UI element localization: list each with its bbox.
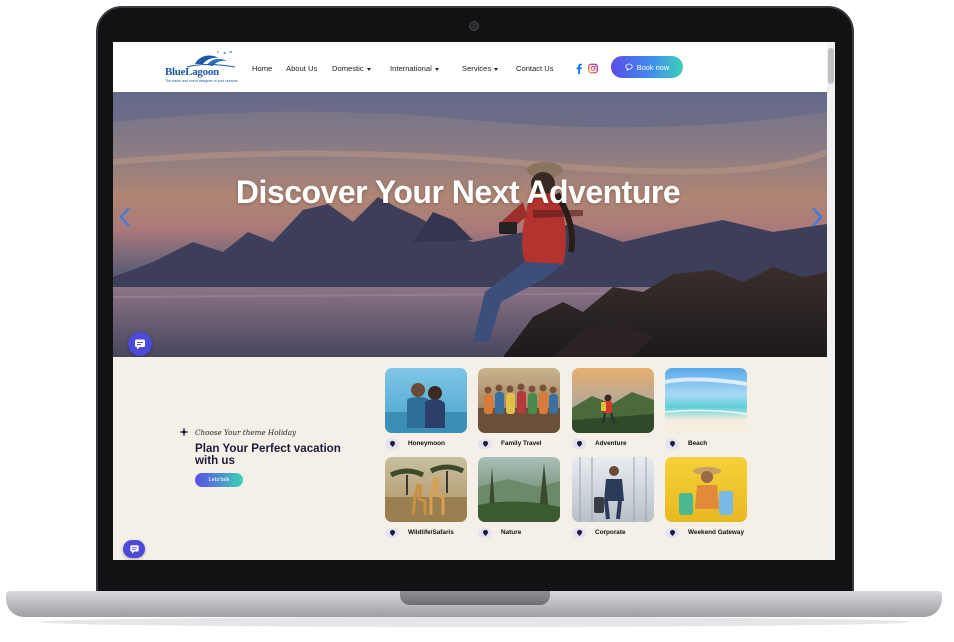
instagram-icon[interactable] [588, 63, 598, 74]
caret-down-icon [494, 67, 499, 71]
scrollbar-thumb[interactable] [828, 48, 834, 84]
brand-name: BlueLagoon [165, 66, 219, 78]
brand-logo[interactable]: BlueLagoon The travel and event designer… [165, 50, 241, 86]
theme-card-weekend-gateway[interactable]: Weekend Gateway [665, 457, 747, 538]
theme-eyebrow-text: Choose Your theme Holiday [195, 427, 297, 437]
nav-international-label: International [390, 64, 432, 73]
honeymoon-image [385, 368, 467, 433]
lets-talk-button[interactable]: Lets'talk [195, 473, 243, 487]
chevron-right-icon[interactable] [810, 206, 824, 228]
nav-international[interactable]: International [390, 64, 439, 73]
adventure-image [572, 368, 654, 433]
nav-services-label: Services [462, 64, 492, 73]
location-pin-icon [665, 439, 679, 449]
hero-title: Discover Your Next Adventure [235, 174, 681, 210]
book-now-label: Book now [636, 62, 670, 72]
hero-landscape-image [113, 92, 827, 357]
location-pin-icon [385, 528, 399, 538]
chat-icon [135, 339, 145, 350]
hero-slider: Discover Your Next Adventure [113, 92, 827, 357]
corporate-image [572, 457, 654, 522]
location-pin-icon [572, 439, 586, 449]
theme-card-adventure[interactable]: Adventure [572, 368, 654, 449]
caret-down-icon [366, 67, 371, 71]
nav-home[interactable]: Home [252, 64, 272, 73]
location-pin-icon [478, 439, 492, 449]
theme-card-label: Nature [501, 528, 522, 536]
nav-domestic[interactable]: Domestic [332, 64, 371, 73]
page-scrollbar[interactable] [827, 42, 835, 560]
location-pin-icon [572, 528, 586, 538]
theme-card-family-travel[interactable]: Family Travel [478, 368, 560, 449]
theme-card-label: Wildlife/Safaris [408, 528, 454, 536]
theme-holiday-section: Choose Your theme Holiday Plan Your Perf… [113, 357, 827, 560]
nav-contact-us[interactable]: Contact Us [516, 64, 554, 73]
family-travel-image [478, 368, 560, 433]
webcam [469, 21, 479, 31]
chat-widget-button-secondary[interactable] [123, 540, 145, 558]
theme-card-label: Family Travel [501, 439, 542, 447]
location-pin-icon [478, 528, 492, 538]
location-pin-icon [385, 439, 399, 449]
theme-card-label: Adventure [595, 439, 627, 447]
laptop-shadow [40, 617, 910, 627]
nature-image [478, 457, 560, 522]
theme-card-nature[interactable]: Nature [478, 457, 560, 538]
chat-widget-button[interactable] [128, 332, 152, 356]
theme-card-corporate[interactable]: Corporate [572, 457, 654, 538]
beach-image [665, 368, 747, 433]
wildlife-safaris-image [385, 457, 467, 522]
theme-card-wildlife-safaris[interactable]: Wildlife/Safaris [385, 457, 467, 538]
brand-tagline: The travel and event designer of your dr… [165, 79, 238, 83]
nav-domestic-label: Domestic [332, 64, 364, 73]
book-now-button[interactable]: Book now [611, 56, 683, 78]
theme-card-honeymoon[interactable]: Honeymoon [385, 368, 467, 449]
browser-viewport: BlueLagoon The travel and event designer… [113, 42, 835, 560]
theme-eyebrow: Choose Your theme Holiday [179, 427, 296, 437]
location-pin-icon [665, 528, 679, 538]
chat-outline-icon [625, 63, 633, 71]
laptop-notch [400, 591, 550, 605]
nav-about-us[interactable]: About Us [286, 64, 317, 73]
caret-down-icon [434, 67, 439, 71]
theme-card-label: Corporate [595, 528, 626, 536]
chevron-left-icon[interactable] [118, 206, 132, 228]
top-navigation: BlueLagoon The travel and event designer… [113, 42, 827, 92]
theme-card-label: Weekend Gateway [688, 528, 745, 536]
theme-card-label: Honeymoon [408, 439, 445, 447]
theme-card-beach[interactable]: Beach [665, 368, 747, 449]
weekend-gateway-image [665, 457, 747, 522]
nav-services[interactable]: Services [462, 64, 499, 73]
facebook-icon[interactable] [574, 63, 584, 74]
theme-heading: Plan Your Perfect vacation with us [195, 442, 341, 467]
sparkle-icon [179, 427, 189, 437]
theme-card-label: Beach [688, 439, 708, 447]
chat-icon [129, 545, 139, 554]
